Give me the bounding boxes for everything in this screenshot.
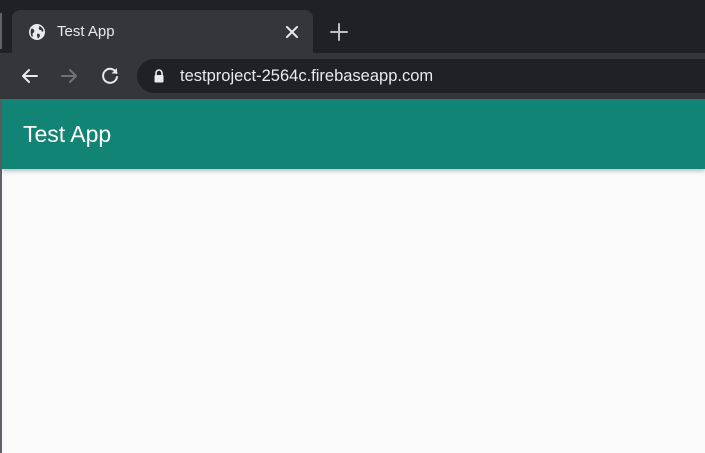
app-bar: Test App <box>2 99 705 169</box>
tab-title: Test App <box>57 23 115 40</box>
plus-icon[interactable] <box>328 21 350 43</box>
globe-icon <box>29 24 45 40</box>
reload-icon[interactable] <box>98 64 122 88</box>
close-icon[interactable] <box>282 22 302 42</box>
arrow-left-icon[interactable] <box>18 64 42 88</box>
arrow-right-icon[interactable] <box>57 64 81 88</box>
page-content: Test App <box>0 99 705 453</box>
url-text[interactable]: testproject-2564c.firebaseapp.com <box>180 66 433 86</box>
app-title: Test App <box>23 121 112 147</box>
tab-strip-divider <box>0 13 2 49</box>
browser-toolbar: testproject-2564c.firebaseapp.com <box>0 53 705 99</box>
address-bar[interactable]: testproject-2564c.firebaseapp.com <box>137 59 705 93</box>
browser-tab-strip: Test App <box>0 0 705 53</box>
lock-icon[interactable] <box>153 69 165 83</box>
browser-tab-test-app[interactable]: Test App <box>12 10 313 53</box>
